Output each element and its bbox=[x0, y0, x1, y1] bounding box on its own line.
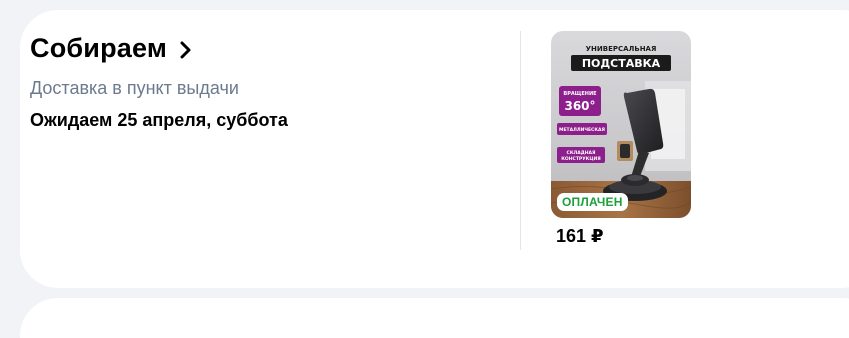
paid-status-badge: ОПЛАЧЕН bbox=[557, 193, 628, 211]
product-image-main-line: ПОДСТАВКА bbox=[582, 57, 661, 70]
delivery-date: Ожидаем 25 апреля, суббота bbox=[30, 110, 288, 130]
product-image: УНИВЕРСАЛЬНАЯ ПОДСТАВКА ВРАЩЕНИЕ 360° МЕ… bbox=[551, 31, 691, 218]
product-image-folding-label-2: КОНСТРУКЦИЯ bbox=[561, 156, 601, 162]
order-status-link[interactable]: Собираем bbox=[30, 33, 195, 64]
product-image-top-line: УНИВЕРСАЛЬНАЯ bbox=[586, 45, 657, 53]
next-order-card bbox=[20, 298, 849, 338]
product-image-folding-label-1: СКЛАДНАЯ bbox=[567, 150, 596, 156]
order-status-title: Собираем bbox=[30, 33, 168, 63]
product-image-rotation-value: 360° bbox=[564, 99, 595, 113]
chevron-right-icon bbox=[180, 41, 191, 58]
delivery-type: Доставка в пункт выдачи bbox=[30, 78, 239, 98]
product-price: 161 ₽ bbox=[556, 226, 604, 246]
product-thumbnail[interactable]: УНИВЕРСАЛЬНАЯ ПОДСТАВКА ВРАЩЕНИЕ 360° МЕ… bbox=[551, 31, 691, 218]
product-image-rotation-label: ВРАЩЕНИЕ bbox=[563, 91, 597, 97]
divider bbox=[520, 31, 521, 250]
product-image-material-label: МЕТАЛЛИЧЕСКАЯ bbox=[559, 127, 606, 133]
